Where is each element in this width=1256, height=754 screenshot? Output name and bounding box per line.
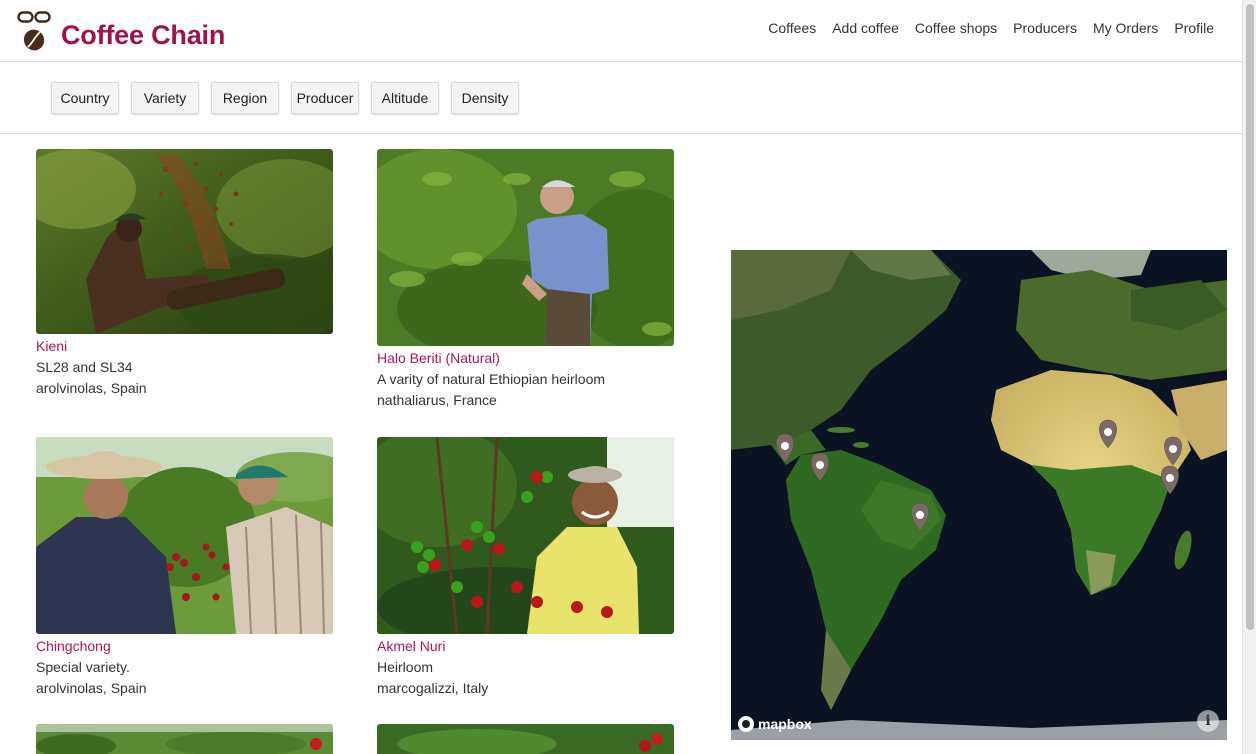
coffee-photo[interactable] — [377, 149, 674, 346]
coffee-card[interactable]: Akmel Nuri Heirloom marcogalizzi, Italy — [377, 437, 674, 697]
filter-density-button[interactable]: Density — [451, 82, 519, 114]
filter-country-button[interactable]: Country — [51, 82, 119, 114]
coffee-card[interactable]: Chingchong Special variety. arolvinolas,… — [36, 437, 333, 697]
scrollbar-thumb[interactable] — [1246, 4, 1254, 630]
coffee-owner: arolvinolas, Spain — [36, 680, 147, 696]
world-map-satellite[interactable] — [731, 250, 1227, 740]
nav-add-coffee[interactable]: Add coffee — [832, 19, 899, 37]
filter-altitude-button[interactable]: Altitude — [371, 82, 439, 114]
coffee-variety: Special variety. — [36, 659, 130, 675]
coffee-owner: arolvinolas, Spain — [36, 380, 147, 396]
nav-producers[interactable]: Producers — [1013, 19, 1077, 37]
coffee-title-link[interactable]: Halo Beriti (Natural) — [377, 349, 674, 367]
nav-my-orders[interactable]: My Orders — [1093, 19, 1158, 37]
coffee-photo[interactable] — [377, 724, 674, 754]
coffee-variety: A varity of natural Ethiopian heirloom — [377, 371, 606, 387]
coffee-photo[interactable] — [36, 724, 333, 754]
coffee-owner: nathaliarus, France — [377, 392, 497, 408]
coffee-photo[interactable] — [36, 437, 333, 634]
coffee-photo[interactable] — [377, 437, 674, 634]
nav-coffee-shops[interactable]: Coffee shops — [915, 19, 997, 37]
brand-title[interactable]: Coffee Chain — [61, 19, 225, 51]
producers-map[interactable]: mapbox i — [731, 250, 1227, 740]
coffee-variety: SL28 and SL34 — [36, 359, 133, 375]
top-nav: Coffees Add coffee Coffee shops Producer… — [768, 19, 1214, 37]
coffee-chain-logo-icon[interactable] — [17, 10, 53, 52]
filter-region-button[interactable]: Region — [211, 82, 279, 114]
nav-profile[interactable]: Profile — [1174, 19, 1214, 37]
coffee-owner: marcogalizzi, Italy — [377, 680, 489, 696]
page-scrollbar[interactable] — [1242, 0, 1256, 754]
filter-variety-button[interactable]: Variety — [131, 82, 199, 114]
mapbox-attribution: mapbox — [758, 716, 812, 732]
coffee-card[interactable]: Kieni SL28 and SL34 arolvinolas, Spain — [36, 149, 333, 397]
map-info-button[interactable]: i — [1197, 710, 1219, 732]
app-header: Coffee Chain Coffees Add coffee Coffee s… — [0, 0, 1242, 62]
coffee-variety: Heirloom — [377, 659, 434, 675]
coffee-card[interactable] — [36, 724, 333, 754]
coffee-title-link[interactable]: Kieni — [36, 337, 333, 355]
coffee-title-link[interactable]: Chingchong — [36, 637, 333, 655]
nav-coffees[interactable]: Coffees — [768, 19, 816, 37]
coffee-title-link[interactable]: Akmel Nuri — [377, 637, 674, 655]
mapbox-logo[interactable]: mapbox — [738, 716, 812, 732]
filter-bar: Country Variety Region Producer Altitude… — [0, 62, 1242, 134]
coffee-photo[interactable] — [36, 149, 333, 334]
coffee-card[interactable] — [377, 724, 674, 754]
filter-producer-button[interactable]: Producer — [291, 82, 359, 114]
coffee-card[interactable]: Halo Beriti (Natural) A varity of natura… — [377, 149, 674, 409]
mapbox-logo-icon — [738, 716, 754, 732]
